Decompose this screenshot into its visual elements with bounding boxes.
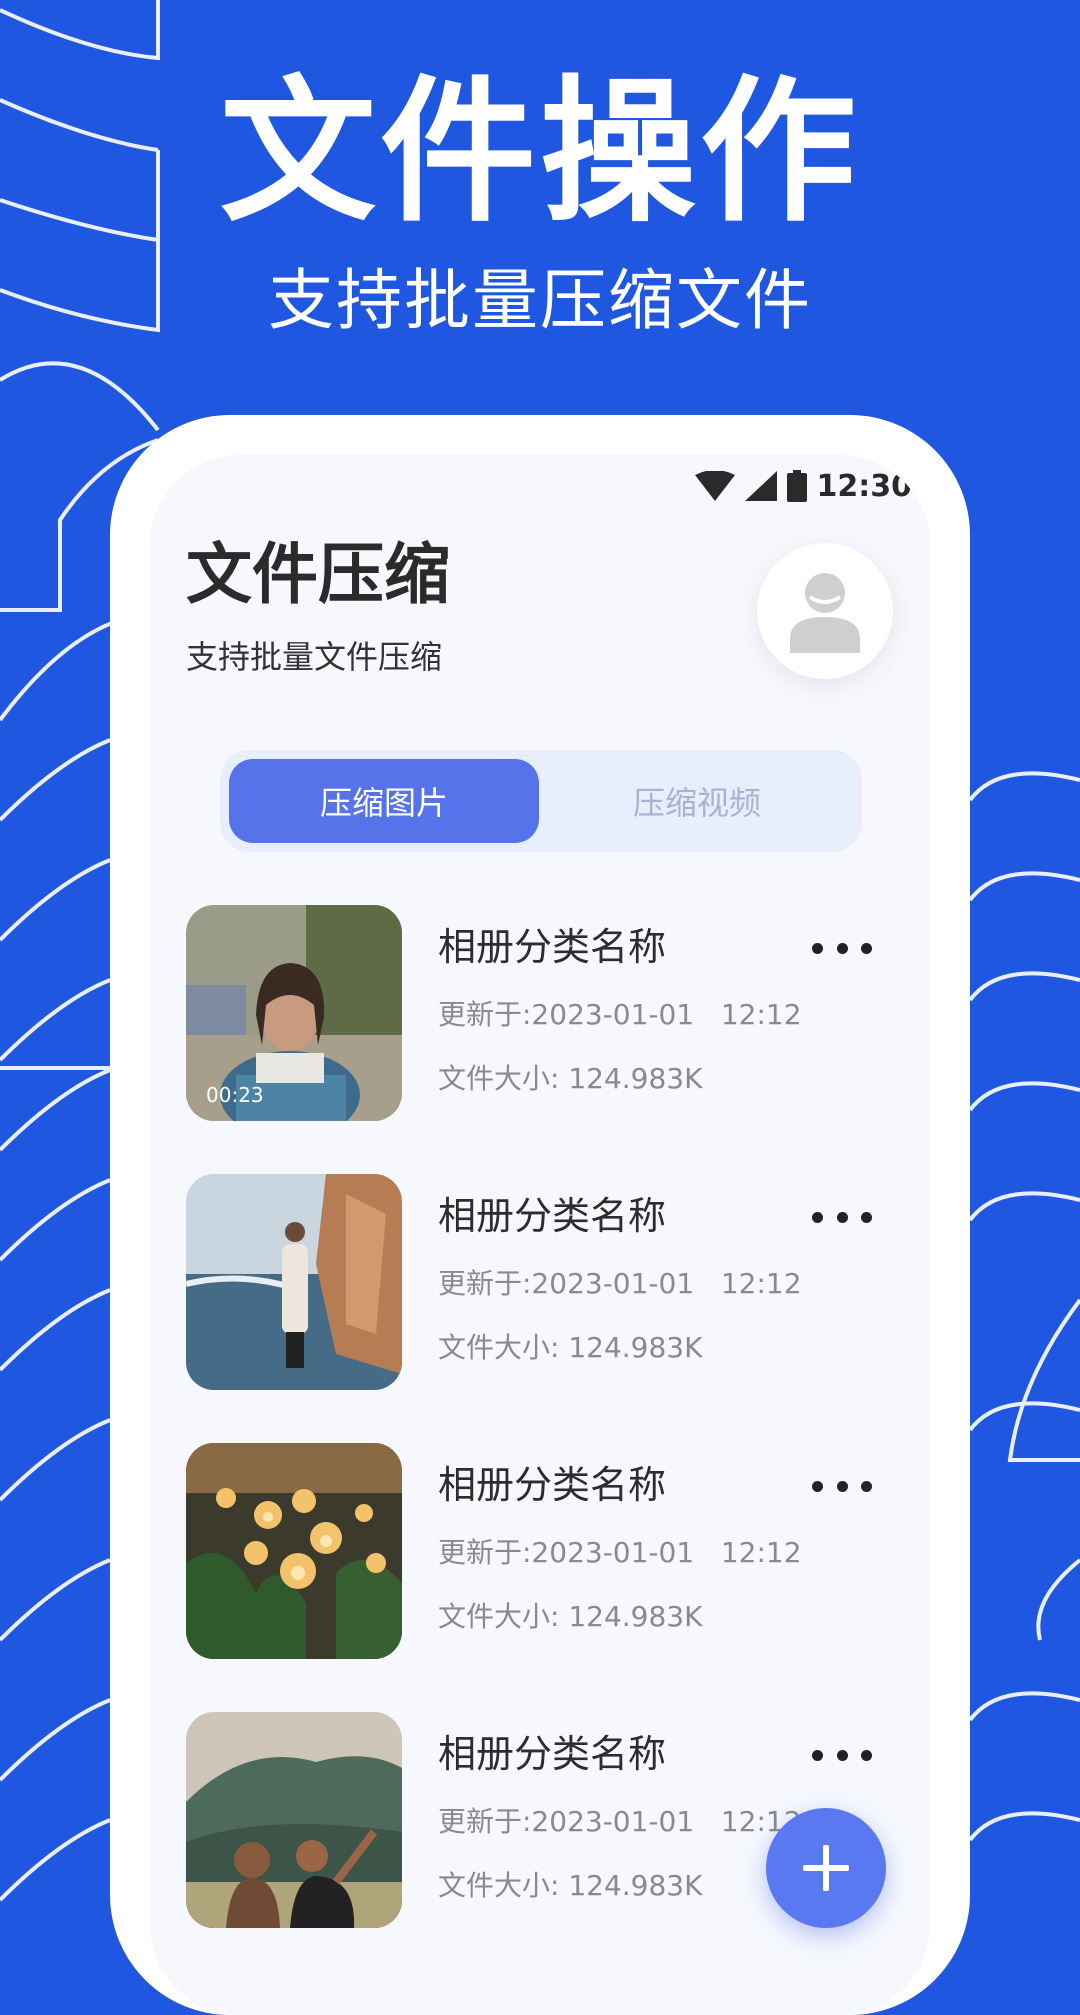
item-file-size: 文件大小: 124.983K: [438, 1600, 703, 1633]
thumbnail-image: [186, 1443, 402, 1659]
more-options-icon[interactable]: [812, 1740, 872, 1770]
tab-switcher: 压缩图片 压缩视频: [220, 750, 862, 852]
item-file-size: 文件大小: 124.983K: [438, 1869, 703, 1902]
item-title: 相册分类名称: [438, 925, 667, 969]
list-item[interactable]: 相册分类名称 更新于:2023-01-01 12:12 文件大小: 124.98…: [186, 1174, 906, 1390]
page-title: 文件压缩: [186, 536, 450, 613]
signal-icon: [744, 471, 777, 501]
page-subtitle: 支持批量文件压缩: [186, 638, 443, 676]
phone-screen: 12:30 文件压缩 支持批量文件压缩 压缩图片 压缩视频 00:23 相册分类…: [150, 455, 930, 2015]
list-item[interactable]: 相册分类名称 更新于:2023-01-01 12:12 文件大小: 124.98…: [186, 1443, 906, 1659]
tab-compress-images[interactable]: 压缩图片: [229, 759, 539, 843]
thumbnail-image: 00:23: [186, 905, 402, 1121]
more-options-icon[interactable]: [812, 1202, 872, 1232]
wifi-icon: [694, 471, 735, 501]
item-title: 相册分类名称: [438, 1463, 667, 1507]
user-avatar-icon: [790, 573, 860, 653]
item-updated-time: 更新于:2023-01-01 12:12: [438, 1805, 802, 1838]
tab-compress-videos[interactable]: 压缩视频: [542, 759, 852, 843]
thumbnail-image: [186, 1174, 402, 1390]
thumbnail-image: [186, 1712, 402, 1928]
item-updated-time: 更新于:2023-01-01 12:12: [438, 1267, 802, 1300]
status-bar: 12:30: [694, 461, 913, 511]
item-title: 相册分类名称: [438, 1194, 667, 1238]
list-item[interactable]: 00:23 相册分类名称 更新于:2023-01-01 12:12 文件大小: …: [186, 905, 906, 1121]
item-updated-time: 更新于:2023-01-01 12:12: [438, 1536, 802, 1569]
hero-subtitle: 支持批量压缩文件: [268, 262, 812, 339]
more-options-icon[interactable]: [812, 1471, 872, 1501]
item-file-size: 文件大小: 124.983K: [438, 1062, 703, 1095]
add-button[interactable]: [766, 1808, 886, 1928]
item-title: 相册分类名称: [438, 1732, 667, 1776]
item-updated-time: 更新于:2023-01-01 12:12: [438, 998, 802, 1031]
more-options-icon[interactable]: [812, 933, 872, 963]
plus-icon: [803, 1845, 849, 1891]
item-file-size: 文件大小: 124.983K: [438, 1331, 703, 1364]
battery-icon: [786, 470, 807, 502]
video-duration: 00:23: [206, 1083, 264, 1107]
avatar-button[interactable]: [757, 543, 893, 679]
status-time: 12:30: [816, 468, 913, 504]
hero-title: 文件操作: [220, 61, 860, 243]
